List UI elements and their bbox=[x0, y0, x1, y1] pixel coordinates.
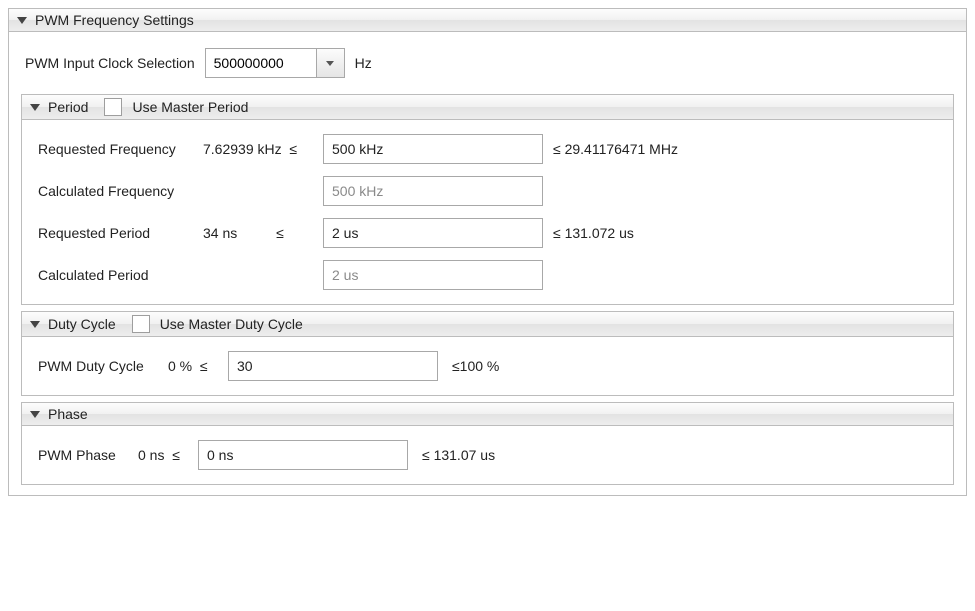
calculated-frequency-label: Calculated Frequency bbox=[38, 183, 203, 199]
collapse-icon bbox=[30, 411, 40, 418]
use-master-duty-cycle-checkbox[interactable] bbox=[132, 315, 150, 333]
clock-selection-label: PWM Input Clock Selection bbox=[25, 55, 195, 71]
calculated-period-value bbox=[323, 260, 543, 290]
duty-cycle-panel: Duty Cycle Use Master Duty Cycle PWM Dut… bbox=[21, 311, 954, 396]
duty-cycle-max: ≤100 % bbox=[438, 358, 499, 374]
requested-frequency-input[interactable] bbox=[323, 134, 543, 164]
panel-title: PWM Frequency Settings bbox=[35, 12, 194, 28]
calculated-period-row: Calculated Period bbox=[38, 260, 937, 290]
phase-title: Phase bbox=[48, 406, 88, 422]
requested-frequency-label: Requested Frequency bbox=[38, 141, 203, 157]
pwm-frequency-settings-panel: PWM Frequency Settings PWM Input Clock S… bbox=[8, 8, 967, 496]
requested-period-max: ≤ 131.072 us bbox=[543, 225, 743, 241]
clock-selection-dropdown-button[interactable] bbox=[316, 49, 344, 77]
period-panel: Period Use Master Period Requested Frequ… bbox=[21, 94, 954, 305]
requested-period-label: Requested Period bbox=[38, 225, 203, 241]
period-header[interactable]: Period Use Master Period bbox=[22, 95, 953, 120]
duty-cycle-input[interactable] bbox=[228, 351, 438, 381]
phase-panel: Phase PWM Phase 0 ns ≤ ≤ 131.07 us bbox=[21, 402, 954, 485]
duty-cycle-title: Duty Cycle bbox=[48, 316, 116, 332]
clock-selection-combo[interactable] bbox=[205, 48, 345, 78]
chevron-down-icon bbox=[326, 61, 334, 66]
requested-period-min: 34 ns ≤ bbox=[203, 225, 323, 241]
phase-label: PWM Phase bbox=[38, 447, 138, 463]
use-master-duty-cycle-label: Use Master Duty Cycle bbox=[160, 316, 303, 332]
duty-cycle-header[interactable]: Duty Cycle Use Master Duty Cycle bbox=[22, 312, 953, 337]
calculated-frequency-value bbox=[323, 176, 543, 206]
duty-cycle-label: PWM Duty Cycle bbox=[38, 358, 168, 374]
calculated-frequency-row: Calculated Frequency bbox=[38, 176, 937, 206]
requested-period-input[interactable] bbox=[323, 218, 543, 248]
period-title: Period bbox=[48, 99, 88, 115]
calculated-period-label: Calculated Period bbox=[38, 267, 203, 283]
pwm-frequency-settings-header[interactable]: PWM Frequency Settings bbox=[9, 9, 966, 32]
phase-input[interactable] bbox=[198, 440, 408, 470]
requested-frequency-row: Requested Frequency 7.62939 kHz ≤ ≤ 29.4… bbox=[38, 134, 937, 164]
requested-period-row: Requested Period 34 ns ≤ ≤ 131.072 us bbox=[38, 218, 937, 248]
clock-selection-unit: Hz bbox=[355, 55, 372, 71]
duty-cycle-row: PWM Duty Cycle 0 % ≤ ≤100 % bbox=[38, 351, 937, 381]
collapse-icon bbox=[30, 321, 40, 328]
phase-min: 0 ns ≤ bbox=[138, 447, 198, 463]
requested-frequency-min: 7.62939 kHz ≤ bbox=[203, 141, 323, 157]
phase-max: ≤ 131.07 us bbox=[408, 447, 495, 463]
requested-frequency-max: ≤ 29.41176471 MHz bbox=[543, 141, 743, 157]
phase-row: PWM Phase 0 ns ≤ ≤ 131.07 us bbox=[38, 440, 937, 470]
use-master-period-checkbox[interactable] bbox=[104, 98, 122, 116]
collapse-icon bbox=[17, 17, 27, 24]
clock-selection-input[interactable] bbox=[206, 49, 316, 77]
use-master-period-label: Use Master Period bbox=[132, 99, 248, 115]
duty-cycle-min: 0 % ≤ bbox=[168, 358, 228, 374]
clock-selection-row: PWM Input Clock Selection Hz bbox=[21, 48, 954, 78]
phase-header[interactable]: Phase bbox=[22, 403, 953, 426]
collapse-icon bbox=[30, 104, 40, 111]
